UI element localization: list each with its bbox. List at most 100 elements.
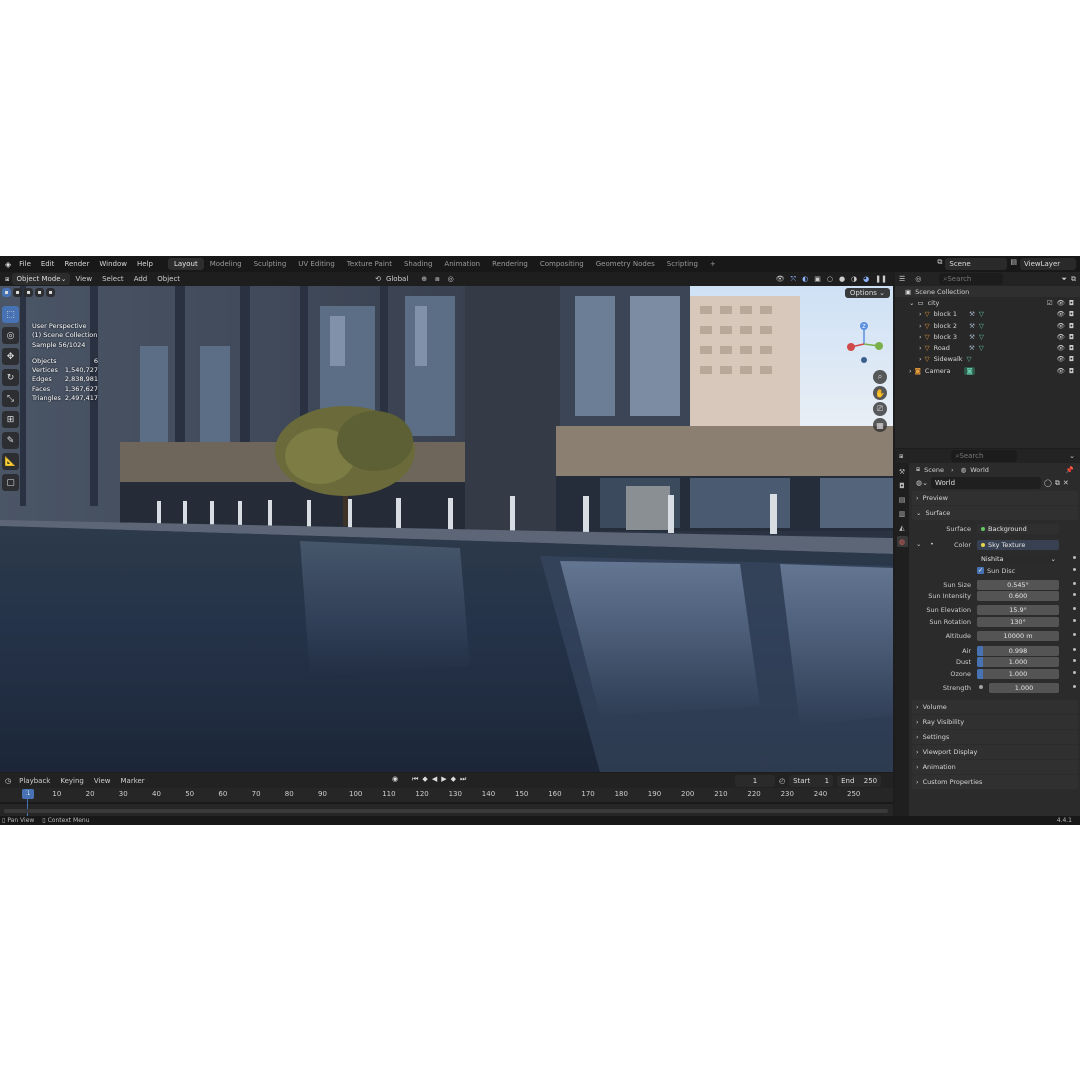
transform-tool-icon[interactable]: ⊞ (2, 411, 19, 428)
menu-add[interactable]: Add (129, 275, 153, 283)
ortho-grid-icon[interactable]: ▦ (873, 418, 887, 432)
breadcrumb-world[interactable]: World (970, 466, 989, 474)
select-extend-icon[interactable]: ▪ (13, 288, 22, 297)
visibility-icon[interactable]: 👁 (776, 275, 785, 284)
surface-shader-field[interactable]: Background (977, 524, 1059, 534)
navigation-gizmo[interactable]: Z (843, 320, 885, 366)
keyframe-dot-icon[interactable] (1073, 647, 1076, 651)
scene-tab-icon[interactable]: ◭ (897, 522, 908, 533)
tab-shading[interactable]: Shading (398, 258, 438, 270)
overlay-toggle-icon[interactable]: ◐ (802, 275, 808, 284)
rendered-shading-icon[interactable]: ◕ (863, 275, 869, 284)
mode-select[interactable]: Object Mode ⌄ (12, 273, 71, 285)
options-button[interactable]: Options ⌄ (844, 288, 890, 298)
duplicate-icon[interactable]: ⧉ (1055, 479, 1060, 488)
measure-tool-icon[interactable]: 📐 (2, 453, 19, 470)
tab-uv-editing[interactable]: UV Editing (292, 258, 341, 270)
sky-type-select[interactable]: Nishita ⌄ (977, 554, 1059, 564)
filter-icon[interactable]: ⏷ (1061, 275, 1067, 284)
collapse-chevron-icon[interactable]: ⌄ (909, 299, 914, 307)
keyframe-dot-icon[interactable] (1073, 670, 1076, 674)
add-workspace-button[interactable]: + (704, 258, 722, 270)
expand-chevron-icon[interactable]: › (919, 355, 922, 363)
display-mode-icon[interactable]: ◎ (915, 275, 921, 283)
select-subtract-icon[interactable]: ▪ (24, 288, 33, 297)
menu-window[interactable]: Window (94, 260, 132, 268)
panel-ray-visibility[interactable]: › Ray Visibility (912, 714, 1078, 729)
panel-settings[interactable]: › Settings (912, 729, 1078, 744)
eye-icon[interactable]: 👁 (1057, 322, 1065, 330)
tab-texture-paint[interactable]: Texture Paint (341, 258, 398, 270)
view-layer-field[interactable]: ViewLayer (1020, 258, 1076, 270)
panel-custom-properties[interactable]: › Custom Properties (912, 774, 1078, 789)
eye-icon[interactable]: 👁 (1057, 299, 1065, 307)
sun-disc-checkbox[interactable]: ✓ (977, 566, 984, 574)
auto-key-icon[interactable]: ◉ (392, 775, 398, 784)
editor-type-icon[interactable]: ⧆ (2, 275, 12, 284)
select-new-icon[interactable]: ▪ (2, 288, 11, 297)
properties-search-input[interactable]: ⌕ Search (951, 450, 1018, 462)
sun-size-field[interactable]: 0.545° (977, 579, 1059, 590)
scene-icon[interactable]: ⧉ (937, 258, 942, 270)
camera-render-icon[interactable]: ◘ (1069, 367, 1074, 375)
air-slider[interactable]: 0.998 (977, 645, 1059, 656)
select-box-tool-icon[interactable]: ⬚ (2, 306, 19, 323)
keyframe-dot-icon[interactable] (1073, 607, 1076, 610)
expand-chevron-icon[interactable]: › (919, 333, 922, 341)
panel-preview[interactable]: › Preview (912, 491, 1078, 505)
menu-select[interactable]: Select (97, 275, 129, 283)
blender-logo-icon[interactable]: ◈ (2, 260, 14, 269)
expand-chevron-icon[interactable]: › (919, 322, 922, 330)
fake-user-icon[interactable]: ◯ (1044, 479, 1052, 487)
frame-ruler[interactable]: 1 10 20 30 40 50 60 70 80 90 100 110 120 130 140 150 16… (0, 789, 893, 801)
eye-icon[interactable]: 👁 (1057, 367, 1065, 375)
keyframe-dot-icon[interactable] (1073, 659, 1076, 662)
move-tool-icon[interactable]: ✥ (2, 348, 19, 365)
checkbox-icon[interactable]: ☑ (1047, 299, 1053, 307)
sun-rotation-field[interactable]: 130° (977, 616, 1059, 627)
xray-icon[interactable]: ▣ (814, 275, 821, 284)
menu-view-timeline[interactable]: View (89, 777, 116, 785)
scene-field[interactable]: Scene (945, 258, 1008, 270)
collapse-chevron-icon[interactable]: ⌄ (916, 540, 921, 548)
strength-field[interactable]: 1.000 (989, 682, 1059, 693)
color-input-field[interactable]: Sky Texture (977, 540, 1059, 550)
eye-icon[interactable]: 👁 (1057, 344, 1065, 352)
expand-chevron-icon[interactable]: › (919, 310, 922, 318)
outliner-item-block-3[interactable]: › ▽ block 3 ⚒ ▽ 👁 ◘ (895, 331, 1080, 342)
world-tab-icon[interactable]: ◍ (896, 536, 908, 547)
rotate-tool-icon[interactable]: ↻ (2, 369, 19, 386)
eye-icon[interactable]: 👁 (1057, 355, 1065, 363)
panel-animation[interactable]: › Animation (912, 759, 1078, 774)
select-invert-icon[interactable]: ▪ (35, 288, 44, 297)
keyframe-dot-icon[interactable] (1073, 684, 1076, 688)
annotate-tool-icon[interactable]: ✎ (2, 432, 19, 449)
proportional-edit-icon[interactable]: ◎ (448, 275, 454, 283)
output-tab-icon[interactable]: ▤ (897, 494, 908, 505)
tab-compositing[interactable]: Compositing (534, 258, 590, 270)
properties-editor-icon[interactable]: ⧆ (899, 452, 903, 461)
scale-tool-icon[interactable]: ⤡ (2, 390, 19, 407)
tab-layout[interactable]: Layout (167, 258, 204, 270)
clock-icon[interactable]: ◴ (779, 777, 785, 785)
camera-render-icon[interactable]: ◘ (1069, 344, 1074, 352)
ozone-slider[interactable]: 1.000 (977, 668, 1059, 679)
menu-help[interactable]: Help (132, 260, 158, 268)
keyframe-dot-icon[interactable] (1073, 581, 1076, 585)
tab-sculpting[interactable]: Sculpting (248, 258, 293, 270)
panel-volume[interactable]: › Volume (912, 699, 1078, 714)
panel-viewport-display[interactable]: › Viewport Display (912, 744, 1078, 759)
breadcrumb-scene[interactable]: Scene (924, 466, 944, 474)
select-intersect-icon[interactable]: ▪ (46, 288, 55, 297)
expand-chevron-icon[interactable]: › (909, 367, 912, 375)
outliner-item-road[interactable]: › ▽ Road ⚒ ▽ 👁 ◘ (895, 342, 1080, 353)
menu-object[interactable]: Object (152, 275, 185, 283)
tab-rendering[interactable]: Rendering (486, 258, 534, 270)
menu-view[interactable]: View (70, 275, 97, 283)
view-layer-tab-icon[interactable]: ▥ (897, 508, 908, 519)
tab-scripting[interactable]: Scripting (661, 258, 704, 270)
camera-render-icon[interactable]: ◘ (1069, 322, 1074, 330)
zoom-icon[interactable]: ⌕ (873, 370, 887, 384)
jump-key-forward-icon[interactable]: ◆ (451, 775, 456, 784)
keyframe-dot-icon[interactable] (1073, 632, 1076, 636)
